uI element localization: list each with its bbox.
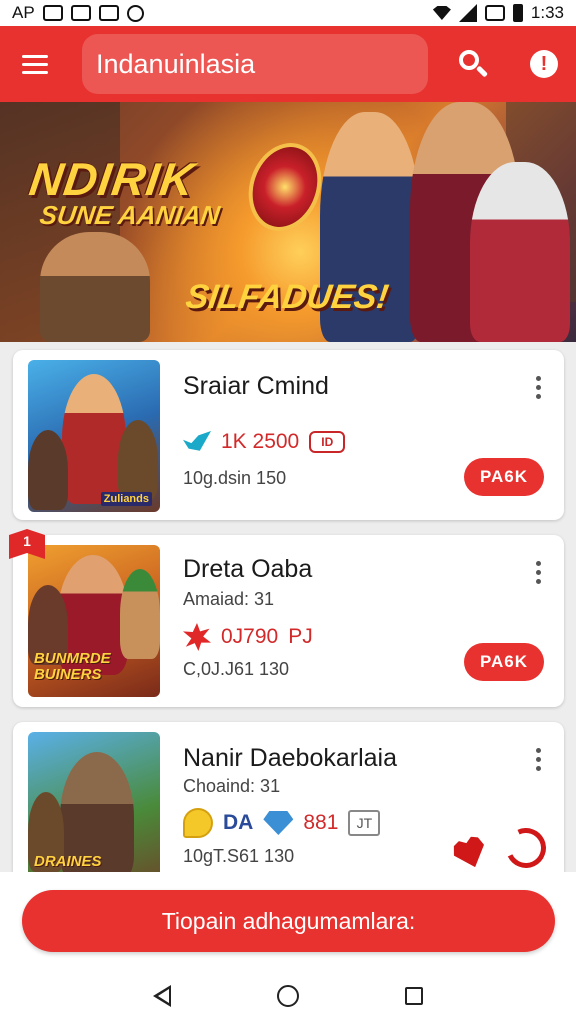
banner-character-left xyxy=(40,232,150,342)
battery-icon xyxy=(512,4,523,22)
stat-value: DA xyxy=(223,811,254,834)
banner-character-3 xyxy=(470,162,570,342)
more-options-icon[interactable] xyxy=(536,561,542,584)
game-thumbnail[interactable]: BUNMRDE BUINERS xyxy=(28,545,160,697)
bird-icon xyxy=(183,431,211,451)
banner-tagline: SILFADUES! xyxy=(183,278,391,316)
bubble-icon xyxy=(183,808,213,838)
system-nav-bar xyxy=(0,967,576,1024)
more-options-icon[interactable] xyxy=(536,376,542,399)
game-thumbnail[interactable]: Zuliands xyxy=(28,360,160,512)
menu-icon[interactable] xyxy=(0,26,70,102)
thumbnail-label: BUNMRDE BUINERS xyxy=(34,650,111,683)
thumbnail-label: Zuliands xyxy=(100,492,152,506)
game-thumbnail[interactable]: DRAINES xyxy=(28,732,160,884)
circle-icon xyxy=(126,4,144,22)
game-stats: 0J790 PJ xyxy=(183,623,313,651)
search-input[interactable]: Indanuinlasia xyxy=(82,34,428,94)
undo-icon[interactable] xyxy=(500,822,552,874)
thumbnail-label: DRAINES xyxy=(34,853,102,870)
game-meta: 10g.dsin 150 xyxy=(183,468,287,488)
stat-extra: PJ xyxy=(288,625,313,648)
home-icon[interactable] xyxy=(277,984,299,1007)
cta-container: Tiopain adhagumamlara: xyxy=(0,872,576,967)
back-icon[interactable] xyxy=(153,984,171,1007)
alert-icon[interactable]: ! xyxy=(530,50,558,78)
more-options-icon[interactable] xyxy=(536,748,542,771)
image-icon xyxy=(42,5,63,21)
carrier-label: AP xyxy=(12,3,35,22)
game-subtitle: Choaind: 31 xyxy=(183,776,281,796)
bluetooth-icon xyxy=(484,5,505,21)
game-subtitle: Amaiad: 31 xyxy=(183,589,275,609)
status-bar: AP 1:33 xyxy=(0,0,576,26)
book-icon: JT xyxy=(348,810,381,836)
search-icon[interactable] xyxy=(455,46,491,82)
game-title: Sraiar Cmind xyxy=(183,372,329,400)
game-stats: 1K 2500 ID xyxy=(183,430,346,454)
recents-icon[interactable] xyxy=(405,986,423,1005)
shield-icon xyxy=(98,5,119,21)
stat-value: 0J790 xyxy=(221,625,279,648)
game-card[interactable]: BUNMRDE BUINERS 1 Dreta Oaba Amaiad: 31 … xyxy=(9,529,564,707)
notification-icon xyxy=(70,5,91,21)
wifi-icon xyxy=(432,6,451,20)
stat-extra: 881 xyxy=(303,811,339,834)
pack-button[interactable]: PA6K xyxy=(464,643,544,681)
badge-icon: ID xyxy=(309,431,346,453)
gem-icon xyxy=(263,811,294,835)
signal-icon xyxy=(458,4,477,22)
heart-icon[interactable] xyxy=(450,833,490,872)
game-stats: DA 881 JT xyxy=(183,808,381,838)
stat-value: 1K 2500 xyxy=(221,430,300,453)
game-meta: C,0J.J61 130 xyxy=(183,659,290,679)
app-bar: Indanuinlasia ! xyxy=(0,26,576,102)
game-title: Dreta Oaba xyxy=(183,555,313,583)
banner-shield xyxy=(236,132,334,242)
promo-banner[interactable]: NDIRIK SUNE AANIAN SILFADUES! xyxy=(0,102,576,342)
banner-subtitle: SUNE AANIAN xyxy=(37,200,222,230)
game-card[interactable]: DRAINES Nanir Daebokarlaia Choaind: 31 D… xyxy=(13,722,564,884)
burst-icon xyxy=(183,623,211,651)
ribbon-icon: 1 xyxy=(9,529,45,559)
game-title: Nanir Daebokarlaia xyxy=(183,744,398,772)
game-meta: 10gT.S61 130 xyxy=(183,846,295,866)
game-card[interactable]: Zuliands Sraiar Cmind 1K 2500 ID 10g.dsi… xyxy=(13,350,564,520)
cta-button[interactable]: Tiopain adhagumamlara: xyxy=(22,890,555,952)
clock: 1:33 xyxy=(530,3,564,22)
banner-title: NDIRIK xyxy=(26,153,199,205)
pack-button[interactable]: PA6K xyxy=(464,458,544,496)
